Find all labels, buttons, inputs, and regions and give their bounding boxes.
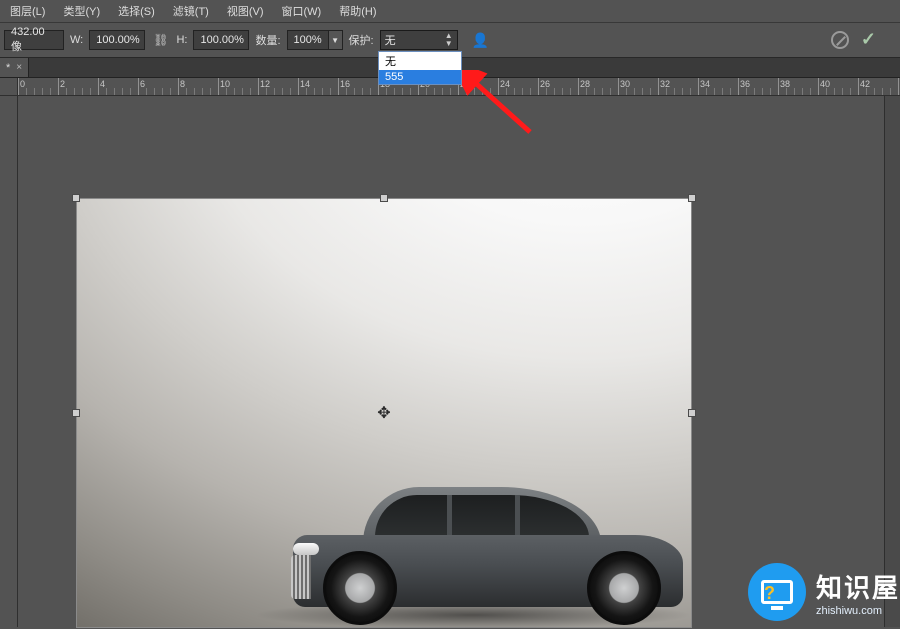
menu-help[interactable]: 帮助(H) <box>331 1 384 21</box>
close-icon[interactable]: × <box>16 62 22 73</box>
height-field[interactable]: 100.00% <box>193 30 249 50</box>
watermark: ? 知识屋 zhishiwu.com <box>748 563 900 621</box>
protect-label: 保护: <box>349 32 374 48</box>
car-illustration: 200EX <box>293 469 683 627</box>
ruler-tick-label: 14 <box>300 79 310 89</box>
canvas-area[interactable]: 200EX ✥ <box>0 96 900 627</box>
ruler-tick-label: 34 <box>700 79 710 89</box>
ruler-tick-label: 40 <box>820 79 830 89</box>
ruler-tick-label: 30 <box>620 79 630 89</box>
transform-handle-mr[interactable] <box>688 409 696 417</box>
ruler-tick-label: 12 <box>260 79 270 89</box>
link-icon[interactable]: ⛓ <box>151 33 170 47</box>
watermark-title: 知识屋 <box>816 568 900 605</box>
protect-dropdown: 无 555 <box>378 51 462 85</box>
amount-field[interactable]: 100% <box>287 30 329 50</box>
width-field[interactable]: 100.00% <box>89 30 145 50</box>
ruler-tick-label: 6 <box>140 79 145 89</box>
width-label: W: <box>70 34 83 46</box>
amount-field-wrap: 100% ▼ <box>287 30 343 50</box>
menu-view[interactable]: 视图(V) <box>219 1 272 21</box>
transform-handle-ml[interactable] <box>72 409 80 417</box>
size-field[interactable]: 432.00 像 <box>4 30 64 50</box>
transform-center-icon[interactable]: ✥ <box>375 404 393 422</box>
height-label: H: <box>176 34 187 46</box>
ruler-tick-label: 16 <box>340 79 350 89</box>
ruler-tick-label: 42 <box>860 79 870 89</box>
ruler-tick-label: 0 <box>20 79 25 89</box>
ruler-origin[interactable] <box>0 78 18 96</box>
ruler-tick-label: 2 <box>60 79 65 89</box>
document-tab[interactable]: * × <box>0 58 29 77</box>
protect-option-none[interactable]: 无 <box>379 52 461 70</box>
ruler-tick-label: 38 <box>780 79 790 89</box>
transform-handle-tl[interactable] <box>72 194 80 202</box>
ruler-tick-label: 24 <box>500 79 510 89</box>
options-bar: 432.00 像 W: 100.00% ⛓ H: 100.00% 数量: 100… <box>0 22 900 58</box>
ruler-tick-label: 26 <box>540 79 550 89</box>
transform-handle-tr[interactable] <box>688 194 696 202</box>
commit-icon[interactable]: ✓ <box>861 29 876 50</box>
amount-dropdown-icon[interactable]: ▼ <box>329 30 343 50</box>
watermark-logo: ? <box>748 563 806 621</box>
ruler-tick-label: 36 <box>740 79 750 89</box>
vertical-scrollbar[interactable] <box>884 96 900 627</box>
document-tab-label: * <box>6 62 10 74</box>
watermark-url: zhishiwu.com <box>816 605 900 617</box>
ruler-tick-label: 8 <box>180 79 185 89</box>
menu-filter[interactable]: 滤镜(T) <box>165 1 217 21</box>
menu-layer[interactable]: 图层(L) <box>2 1 53 21</box>
amount-label: 数量: <box>255 32 280 48</box>
ruler-tick-label: 4 <box>100 79 105 89</box>
protect-select[interactable]: 无 ▲▼ <box>380 30 458 50</box>
menu-type[interactable]: 类型(Y) <box>55 1 108 21</box>
updown-icon: ▲▼ <box>445 32 453 48</box>
ruler-tick-label: 28 <box>580 79 590 89</box>
commit-cancel-group: ✓ <box>831 29 876 50</box>
skin-tones-icon[interactable]: 👤 <box>472 32 489 49</box>
menu-bar: 图层(L) 类型(Y) 选择(S) 滤镜(T) 视图(V) 窗口(W) 帮助(H… <box>0 0 900 22</box>
watermark-question-icon: ? <box>764 583 775 604</box>
cancel-icon[interactable] <box>831 31 849 49</box>
protect-option-555[interactable]: 555 <box>379 70 461 84</box>
ruler-vertical[interactable] <box>0 96 18 627</box>
menu-select[interactable]: 选择(S) <box>110 1 163 21</box>
transform-bounding-box[interactable]: 200EX ✥ <box>76 198 692 628</box>
ruler-tick-label: 32 <box>660 79 670 89</box>
menu-window[interactable]: 窗口(W) <box>274 1 330 21</box>
protect-select-value: 无 <box>385 32 396 48</box>
ruler-tick-label: 10 <box>220 79 230 89</box>
transform-handle-tm[interactable] <box>380 194 388 202</box>
